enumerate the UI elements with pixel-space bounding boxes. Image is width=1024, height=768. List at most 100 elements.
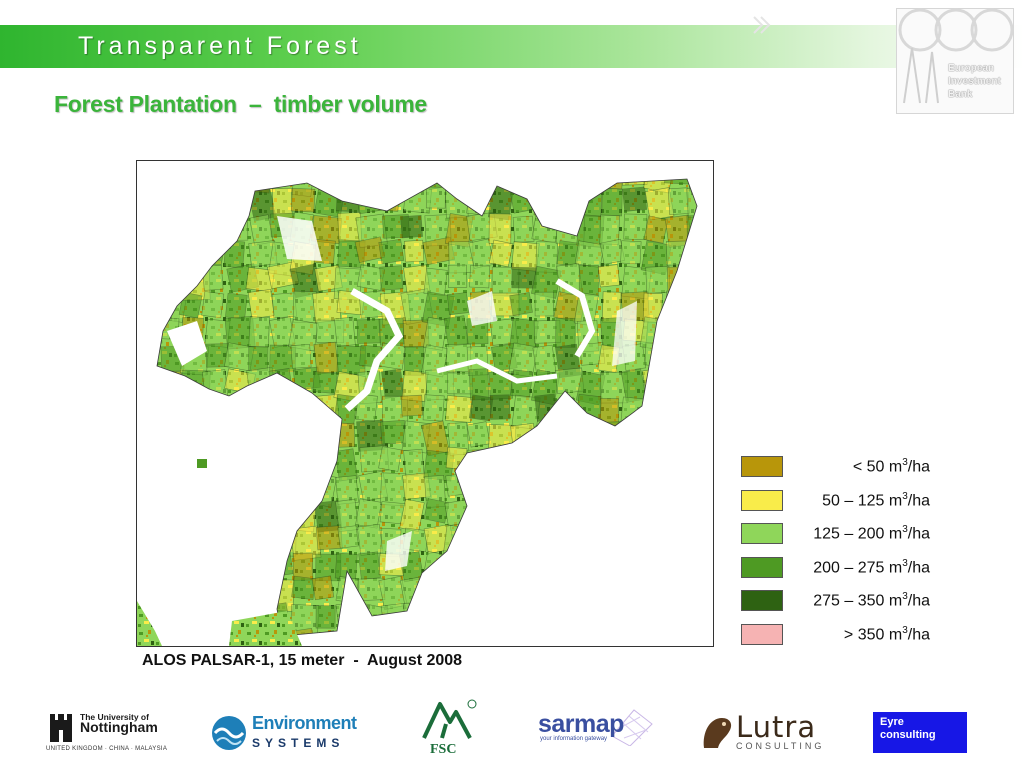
forest-stand: [271, 292, 297, 319]
forest-stand: [510, 629, 542, 636]
forest-stand: [575, 418, 607, 448]
forest-stand: [203, 628, 230, 636]
forest-stand: [290, 344, 312, 369]
banner-title: Transparent Forest: [78, 32, 362, 60]
forest-stand: [512, 446, 533, 479]
legend-label: 200 – 275 m3/ha: [813, 557, 930, 576]
forest-stand: [709, 474, 713, 500]
environment-systems-logo: Environment SYSTEMS: [210, 711, 360, 755]
forest-stand: [402, 600, 434, 632]
forest-stand: [447, 264, 468, 288]
forest-stand: [684, 445, 697, 480]
forest-stand: [688, 627, 697, 636]
forest-stand: [491, 551, 519, 574]
forest-stand: [531, 603, 558, 631]
forest-stand: [182, 632, 206, 636]
forest-stand: [644, 342, 668, 367]
forest-stand: [444, 629, 475, 636]
sarmap-name: sarmap: [538, 710, 624, 738]
forest-area: [137, 178, 713, 646]
forest-stand: [712, 266, 713, 290]
forest-stand: [687, 370, 697, 399]
forest-stand: [203, 397, 231, 427]
forest-stand: [488, 473, 513, 497]
forest-stand: [157, 266, 181, 299]
forest-stand: [202, 188, 232, 217]
forest-stand: [248, 576, 277, 605]
forest-stand: [289, 449, 319, 474]
forest-stand: [686, 394, 697, 425]
forest-stand: [601, 188, 623, 217]
forest-stand: [644, 501, 674, 529]
forest-stand: [511, 267, 537, 289]
forest-stand: [711, 190, 713, 221]
forest-stand: [689, 498, 697, 525]
sarmap-tagline: your information gateway: [540, 736, 608, 742]
forest-stand: [335, 189, 361, 213]
forest-stand: [621, 552, 643, 577]
forest-stand: [667, 526, 692, 555]
forest-stand: [468, 550, 499, 582]
forest-stand: [265, 422, 295, 457]
forest-stand: [160, 629, 181, 636]
forest-stand: [334, 179, 363, 190]
forest-stand: [687, 574, 697, 602]
forest-stand: [271, 179, 297, 185]
forest-stand: [180, 604, 204, 632]
forest-stand: [268, 397, 291, 423]
forest-stand: [622, 474, 644, 505]
forest-stand: [182, 525, 206, 549]
forest-stand: [223, 447, 254, 479]
forest-stand: [529, 471, 559, 504]
forest-stand: [334, 316, 356, 347]
forest-stand: [178, 419, 208, 449]
forest-stand: [534, 448, 563, 476]
forest-stand: [489, 447, 521, 482]
forest-stand: [598, 575, 622, 601]
legend-label: < 50 m3/ha: [852, 457, 930, 476]
forest-stand: [712, 605, 713, 636]
forest-stand: [488, 213, 512, 245]
forest-stand: [311, 445, 335, 472]
forest-stand: [355, 498, 382, 529]
forest-stand: [555, 449, 581, 482]
forest-stand: [248, 501, 275, 529]
forest-stand: [711, 318, 713, 349]
forest-stand: [514, 500, 537, 526]
forest-stand: [688, 291, 697, 323]
forest-stand: [534, 291, 555, 317]
forest-stand: [247, 288, 275, 320]
forest-stand: [311, 179, 336, 188]
forest-stand: [403, 448, 425, 477]
forest-stand: [512, 601, 538, 630]
forest-stand: [599, 628, 630, 636]
forest-stand: [663, 550, 695, 581]
forest-stand: [248, 346, 269, 371]
forest-stand: [356, 319, 381, 344]
forest-stand: [157, 523, 188, 552]
eyre-text: Eyre consulting: [880, 716, 936, 741]
forest-stand: [642, 631, 664, 636]
forest-stand: [575, 470, 607, 506]
forest-stand: [597, 264, 621, 288]
forest-stand: [707, 550, 713, 579]
forest-stand: [665, 290, 694, 317]
forest-stand: [246, 552, 275, 587]
forest-stand: [294, 422, 317, 451]
map-caption: ALOS PALSAR-1, 15 meter - August 2008: [142, 652, 463, 669]
forest-stand: [710, 369, 713, 394]
forest-stand: [425, 186, 446, 209]
forest-stand: [202, 264, 224, 291]
forest-stand: [622, 186, 648, 212]
forest-stand: [380, 419, 407, 445]
forest-stand: [467, 499, 489, 529]
forest-stand: [620, 240, 642, 265]
forest-stand: [157, 475, 163, 509]
forest-stand: [334, 422, 356, 448]
forest-stand: [201, 602, 226, 636]
forest-stand: [664, 473, 695, 504]
forest-stand: [423, 267, 448, 296]
forest-stand: [623, 524, 651, 559]
forest-stand: [272, 524, 297, 557]
forest-stand: [532, 526, 556, 560]
